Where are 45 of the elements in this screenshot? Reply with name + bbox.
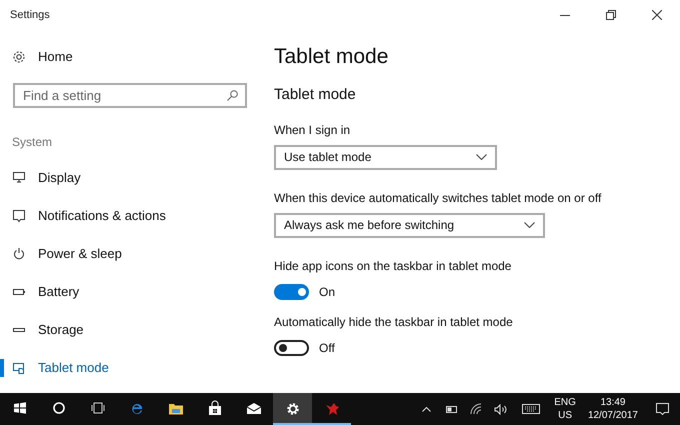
chevron-up-icon bbox=[422, 406, 432, 412]
nav-item[interactable]: Battery bbox=[0, 273, 260, 311]
region-indicator[interactable]: US bbox=[558, 409, 572, 422]
speaker-icon bbox=[494, 404, 508, 414]
power-icon bbox=[12, 247, 26, 261]
toggle-state: On bbox=[319, 284, 336, 300]
nav-item[interactable]: Power & sleep bbox=[0, 235, 260, 273]
setting-label: When this device automatically switches tablet mode on or off bbox=[274, 190, 602, 206]
dropdown[interactable]: Always ask me before switching bbox=[274, 212, 545, 238]
clock-date[interactable]: 12/07/2017 bbox=[588, 409, 638, 422]
section-heading: System bbox=[11, 134, 54, 151]
section-heading: Tablet mode bbox=[274, 85, 357, 105]
tablet-icon bbox=[12, 361, 26, 375]
settings-icon bbox=[12, 50, 26, 64]
language-indicator[interactable]: ENG bbox=[554, 396, 576, 409]
taskbar-button[interactable] bbox=[273, 393, 312, 425]
selection-indicator bbox=[0, 359, 4, 377]
page-title: Tablet mode bbox=[274, 44, 390, 70]
window-title: Settings bbox=[10, 8, 50, 23]
wifi-icon bbox=[470, 403, 482, 415]
keyboard-icon bbox=[522, 404, 540, 414]
setting-label: Hide app icons on the taskbar in tablet mode bbox=[274, 258, 512, 274]
toggle-switch[interactable] bbox=[274, 284, 309, 300]
setting-label: Automatically hide the taskbar in tablet mode bbox=[274, 314, 514, 330]
nav-item[interactable]: Display bbox=[0, 159, 260, 197]
nav-item[interactable]: Notifications & actions bbox=[0, 197, 260, 235]
minimize-icon bbox=[560, 14, 570, 16]
home-link[interactable]: Home bbox=[0, 43, 260, 71]
chevron-down-icon bbox=[476, 154, 487, 160]
nav-item[interactable]: Storage bbox=[0, 311, 260, 349]
dropdown[interactable]: Use tablet mode bbox=[274, 144, 497, 170]
speech-bubble-icon bbox=[12, 209, 26, 223]
notification-icon bbox=[656, 403, 668, 415]
close-icon bbox=[652, 10, 662, 20]
toggle-switch[interactable] bbox=[274, 340, 309, 356]
search-field[interactable]: Find a setting bbox=[13, 83, 247, 108]
setting-label: When I sign in bbox=[274, 122, 352, 138]
chevron-down-icon bbox=[524, 222, 535, 228]
nav-item[interactable]: Tablet mode bbox=[0, 349, 260, 387]
toggle-state: Off bbox=[319, 340, 335, 356]
restore-icon bbox=[606, 10, 616, 20]
search-icon bbox=[227, 90, 238, 101]
battery-icon bbox=[446, 406, 458, 412]
clock-time[interactable]: 13:49 bbox=[600, 396, 626, 409]
monitor-icon bbox=[12, 171, 26, 185]
